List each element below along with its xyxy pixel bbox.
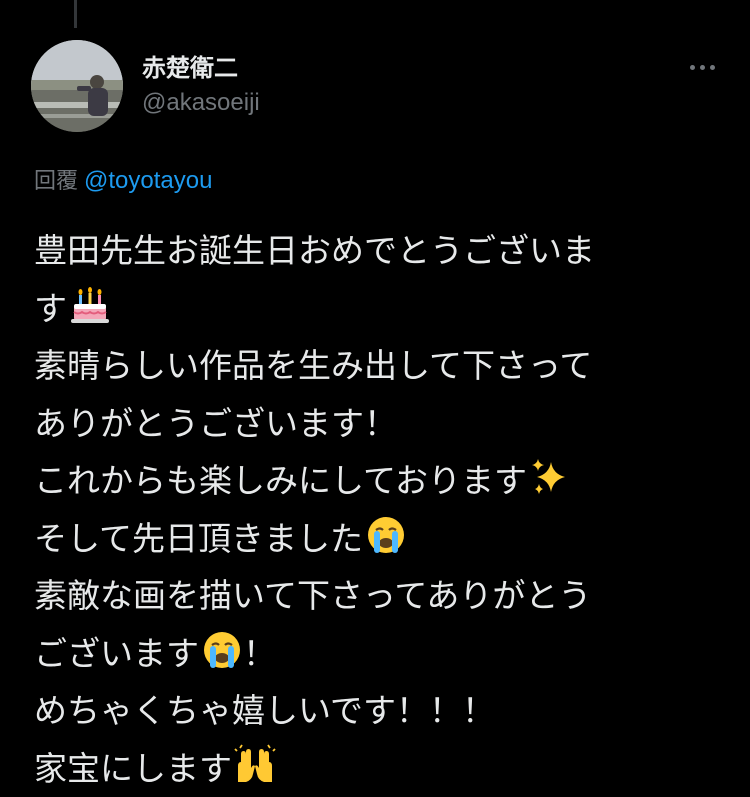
- tweet-text-line: これからも楽しみにしております: [34, 452, 724, 510]
- raising-hands-icon: [234, 744, 276, 786]
- tweet-text-segment: 素敵な画を描いて下さってありがとう: [34, 576, 591, 615]
- tweet-text-line: そして先日頂きました: [34, 510, 724, 568]
- author-handle[interactable]: @akasoeiji: [142, 86, 260, 120]
- avatar[interactable]: [31, 40, 123, 132]
- tweet-text-segment: ！: [243, 634, 276, 673]
- tweet-text-segment: 素晴らしい作品を生み出して下さって: [34, 346, 592, 385]
- tweet-text-segment: 家宝にします: [34, 749, 232, 788]
- tweet-text-line: す: [34, 280, 724, 338]
- reply-label: 回覆: [34, 169, 78, 194]
- more-dot: [700, 65, 705, 70]
- tweet-text: 豊田先生お誕生日おめでとうございま す 素晴らしい作品を生み出して下さって あり…: [34, 222, 724, 797]
- more-options-icon[interactable]: [688, 56, 722, 78]
- author-block[interactable]: 赤楚衛二 @akasoeiji: [142, 52, 260, 120]
- reply-mention-link[interactable]: @toyotayou: [84, 167, 212, 194]
- tweet-text-line: 素敵な画を描いて下さってありがとう: [34, 567, 724, 625]
- tweet-text-segment: ございます: [34, 634, 199, 673]
- tweet-text-segment: これからも楽しみにしております: [34, 461, 527, 500]
- tweet-text-line: 豊田先生お誕生日おめでとうございま: [34, 222, 724, 280]
- more-dot: [690, 65, 695, 70]
- tweet-text-segment: めちゃくちゃ嬉しいです！！！: [34, 691, 495, 730]
- loudly-crying-face-icon: [201, 629, 243, 671]
- sparkles-icon: [529, 456, 571, 498]
- tweet-text-segment: 豊田先生お誕生日おめでとうございま: [34, 231, 595, 270]
- tweet-text-line: めちゃくちゃ嬉しいです！！！: [34, 682, 724, 740]
- tweet-text-line: ございます ！: [34, 625, 724, 683]
- tweet-text-line: 素晴らしい作品を生み出して下さって: [34, 337, 724, 395]
- tweet-text-segment: す: [34, 289, 67, 328]
- loudly-crying-face-icon: [365, 514, 407, 556]
- birthday-cake-icon: [69, 284, 111, 326]
- tweet-text-line: 家宝にします: [34, 740, 724, 797]
- tweet-text-segment: そして先日頂きました: [34, 519, 363, 558]
- reply-context: 回覆@toyotayou: [34, 166, 212, 197]
- tweet-text-segment: ありがとうございます！: [34, 404, 397, 443]
- thread-connector-line: [74, 0, 77, 28]
- tweet-text-line: ありがとうございます！: [34, 395, 724, 453]
- avatar-photo: [31, 40, 123, 132]
- author-display-name[interactable]: 赤楚衛二: [142, 52, 260, 84]
- more-dot: [710, 65, 715, 70]
